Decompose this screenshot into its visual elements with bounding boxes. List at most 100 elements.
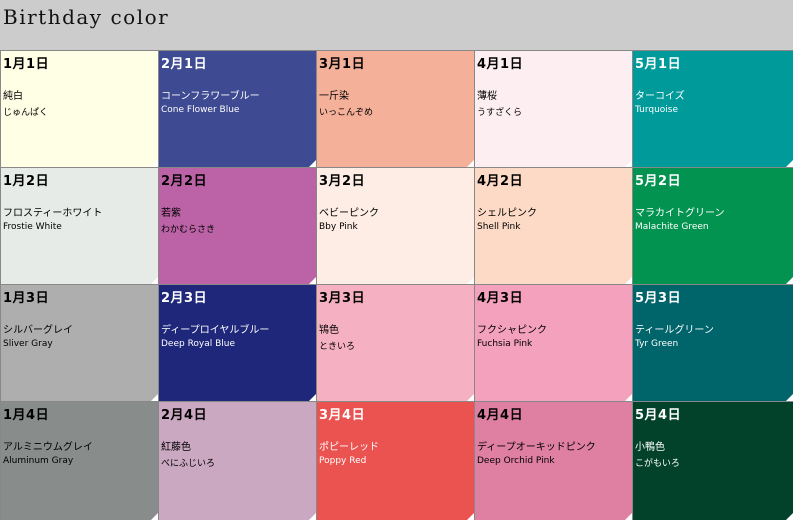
card-color-name: 小鴨色 bbox=[635, 442, 665, 453]
card-color-subname: こがもいろ bbox=[635, 459, 680, 469]
card-color-subname: わかむらさき bbox=[161, 225, 216, 235]
corner-fold-icon bbox=[786, 513, 793, 520]
page-title: Birthday color bbox=[3, 5, 170, 29]
color-card[interactable]: 2月1日コーンフラワーブルー Cone Flower Blue bbox=[158, 50, 316, 167]
card-date: 3月1日 bbox=[319, 57, 366, 72]
card-color-name: 一斤染 bbox=[319, 91, 349, 102]
card-date: 2月3日 bbox=[161, 291, 208, 306]
card-date: 4月1日 bbox=[477, 57, 524, 72]
card-date: 3月2日 bbox=[319, 174, 366, 189]
card-color-name: ポピーレッド bbox=[319, 442, 379, 453]
color-card[interactable]: 1月3日シルバーグレイ Sliver Gray bbox=[0, 284, 158, 401]
card-color-subname: うすざくら bbox=[477, 108, 523, 118]
card-date: 2月2日 bbox=[161, 174, 208, 189]
card-date: 5月1日 bbox=[635, 57, 682, 72]
card-color-subname: Turquoise bbox=[635, 105, 679, 115]
card-color-subname: ときいろ bbox=[319, 342, 356, 352]
card-color-subname: Cone Flower Blue bbox=[161, 105, 240, 115]
color-card[interactable]: 1月2日フロスティーホワイト Frostie White bbox=[0, 167, 158, 284]
card-color-name: シルバーグレイ bbox=[3, 325, 73, 336]
corner-fold-icon bbox=[309, 160, 316, 167]
corner-fold-icon bbox=[467, 513, 474, 520]
corner-fold-icon bbox=[151, 160, 158, 167]
card-date: 1月2日 bbox=[3, 174, 50, 189]
card-color-subname: べにふじいろ bbox=[161, 459, 216, 469]
card-color-subname: Shell Pink bbox=[477, 222, 521, 232]
card-date: 4月3日 bbox=[477, 291, 524, 306]
card-color-name: 若紫 bbox=[161, 208, 181, 219]
color-card[interactable]: 1月4日アルミニウムグレイ Aluminum Gray bbox=[0, 401, 158, 520]
card-color-name: コーンフラワーブルー bbox=[161, 91, 260, 102]
card-color-name: シェルピンク bbox=[477, 208, 537, 219]
card-color-subname: Fuchsia Pink bbox=[477, 339, 533, 349]
corner-fold-icon bbox=[625, 160, 632, 167]
card-date: 4月4日 bbox=[477, 408, 524, 423]
card-color-subname: Bby Pink bbox=[319, 222, 358, 232]
corner-fold-icon bbox=[151, 394, 158, 401]
color-card[interactable]: 4月1日薄桜うすざくら bbox=[474, 50, 632, 167]
card-color-subname: Deep Royal Blue bbox=[161, 339, 236, 349]
corner-fold-icon bbox=[786, 160, 793, 167]
card-color-subname: じゅんぱく bbox=[3, 108, 49, 118]
card-date: 3月4日 bbox=[319, 408, 366, 423]
card-date: 1月4日 bbox=[3, 408, 50, 423]
card-color-subname: Poppy Red bbox=[319, 456, 367, 466]
color-card[interactable]: 5月4日小鴨色こがもいろ bbox=[632, 401, 793, 520]
corner-fold-icon bbox=[151, 513, 158, 520]
color-card[interactable]: 3月1日一斤染いっこんぞめ bbox=[316, 50, 474, 167]
corner-fold-icon bbox=[467, 277, 474, 284]
card-date: 4月2日 bbox=[477, 174, 524, 189]
color-card[interactable]: 4月2日シェルピンク Shell Pink bbox=[474, 167, 632, 284]
card-color-subname: Tyr Green bbox=[635, 339, 679, 349]
color-card[interactable]: 5月1日ターコイズ Turquoise bbox=[632, 50, 793, 167]
corner-fold-icon bbox=[625, 394, 632, 401]
card-color-name: ターコイズ bbox=[635, 91, 685, 102]
card-date: 3月3日 bbox=[319, 291, 366, 306]
card-color-name: ティールグリーン bbox=[635, 325, 714, 336]
card-date: 1月3日 bbox=[3, 291, 50, 306]
card-color-subname: Malachite Green bbox=[635, 222, 709, 232]
card-color-name: フロスティーホワイト bbox=[3, 208, 103, 219]
card-color-subname: Deep Orchid Pink bbox=[477, 456, 555, 466]
card-date: 5月3日 bbox=[635, 291, 682, 306]
corner-fold-icon bbox=[467, 394, 474, 401]
card-color-name: ディープロイヤルブルー bbox=[161, 325, 270, 336]
card-color-name: マラカイトグリーン bbox=[635, 208, 725, 219]
color-card[interactable]: 5月2日マラカイトグリーン Malachite Green bbox=[632, 167, 793, 284]
card-color-name: フクシャピンク bbox=[477, 325, 547, 336]
birthday-color-grid: 1月1日 純白 じゅんぱく 2月1日コーンフラワーブルー Cone Flower Blu… bbox=[0, 50, 793, 520]
card-date: 1月1日 bbox=[3, 57, 50, 72]
card-color-subname: Sliver Gray bbox=[3, 339, 53, 349]
card-color-subname: いっこんぞめ bbox=[319, 108, 374, 118]
card-color-name: ディープオーキッドピンク bbox=[477, 442, 596, 453]
header-bar: Birthday color bbox=[0, 0, 793, 50]
card-color-subname: Aluminum Gray bbox=[3, 456, 74, 466]
corner-fold-icon bbox=[151, 277, 158, 284]
color-card[interactable]: 1月1日 純白 じゅんぱく bbox=[0, 50, 158, 167]
color-card[interactable]: 3月4日ポピーレッド Poppy Red bbox=[316, 401, 474, 520]
corner-fold-icon bbox=[467, 160, 474, 167]
color-card[interactable]: 5月3日ティールグリーン Tyr Green bbox=[632, 284, 793, 401]
card-color-name: 薄桜 bbox=[477, 91, 497, 102]
corner-fold-icon bbox=[309, 394, 316, 401]
color-card[interactable]: 4月3日フクシャピンク Fuchsia Pink bbox=[474, 284, 632, 401]
card-date: 5月2日 bbox=[635, 174, 682, 189]
color-card[interactable]: 3月2日ベビーピンク Bby Pink bbox=[316, 167, 474, 284]
card-color-name: 鴇色 bbox=[319, 325, 339, 336]
corner-fold-icon bbox=[625, 277, 632, 284]
color-card[interactable]: 4月4日ディープオーキッドピンク Deep Orchid Pink bbox=[474, 401, 632, 520]
corner-fold-icon bbox=[625, 513, 632, 520]
card-date: 5月4日 bbox=[635, 408, 682, 423]
color-card[interactable]: 2月3日ディープロイヤルブルー Deep Royal Blue bbox=[158, 284, 316, 401]
card-date: 2月4日 bbox=[161, 408, 208, 423]
corner-fold-icon bbox=[786, 277, 793, 284]
card-color-subname: Frostie White bbox=[3, 222, 62, 232]
color-card[interactable]: 2月2日若紫わかむらさき bbox=[158, 167, 316, 284]
corner-fold-icon bbox=[786, 394, 793, 401]
color-card[interactable]: 3月3日鴇色ときいろ bbox=[316, 284, 474, 401]
card-color-name: アルミニウムグレイ bbox=[3, 442, 93, 453]
card-date: 2月1日 bbox=[161, 57, 208, 72]
color-card[interactable]: 2月4日 紅藤色 べにふじいろ bbox=[158, 401, 316, 520]
card-color-name: ベビーピンク bbox=[319, 208, 379, 219]
corner-fold-icon bbox=[309, 513, 316, 520]
